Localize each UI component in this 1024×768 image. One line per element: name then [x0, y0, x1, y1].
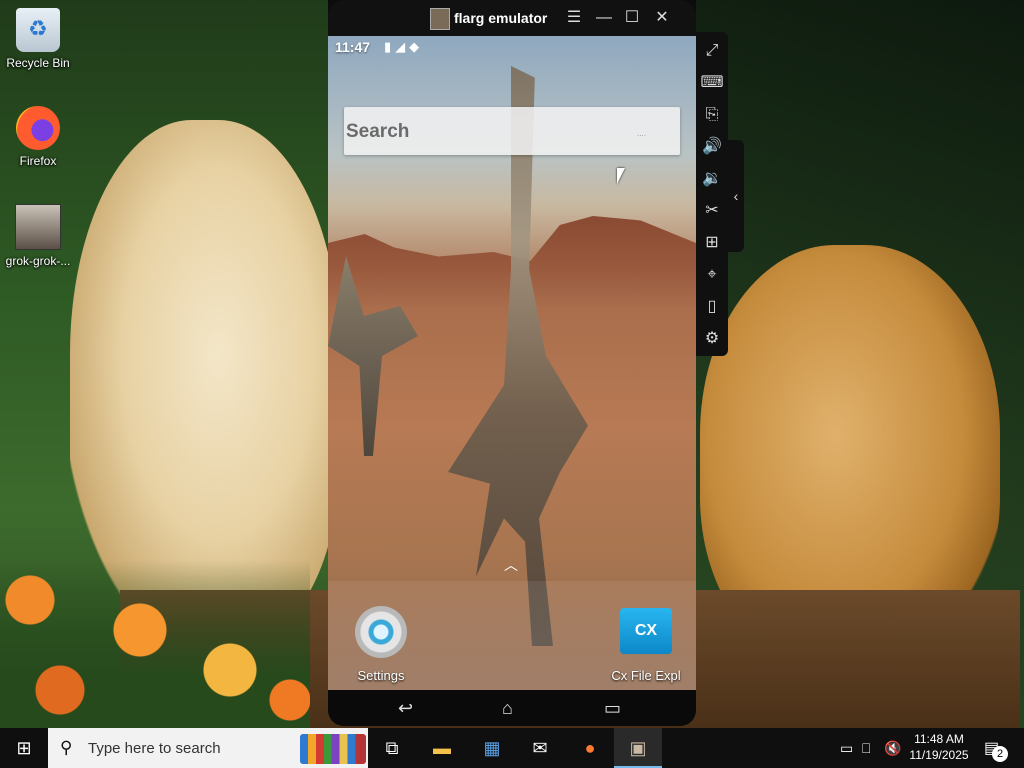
search-widget[interactable]: Search .... [344, 107, 680, 155]
emulator-titlebar[interactable]: flarg emulator ☰ — ☐ ✕ [328, 0, 696, 36]
android-screen[interactable]: 11:47 ▮◢◆ Search .... ︿ Settings CX Cx F… [328, 36, 696, 690]
search-placeholder: Search [346, 121, 410, 142]
firefox-icon [16, 106, 60, 150]
minimize-button[interactable]: — [594, 8, 614, 28]
emulator-taskbar-button[interactable]: ▣ [614, 728, 662, 768]
volume-up-icon[interactable]: 🔊 [696, 134, 728, 160]
store-button[interactable]: ▦ [468, 728, 516, 768]
firefox-icon: ● [584, 738, 596, 758]
task-view-icon: ⧉ [385, 738, 399, 758]
apk-install-icon[interactable]: ⎘ [696, 102, 728, 128]
volume-down-icon[interactable]: 🔉 [696, 166, 728, 192]
home-button[interactable]: ⌂ [502, 698, 513, 719]
taskbar: ⊞ ⚲ Type here to search ⧉ ▬ ▦ ✉ ● ▣ ▭ ⎕ … [0, 728, 1024, 768]
desktop-icon-label: Recycle Bin [6, 56, 70, 70]
mouse-cursor-icon [617, 168, 625, 184]
task-view-button[interactable]: ⧉ [368, 728, 416, 768]
menu-button[interactable]: ☰ [564, 8, 584, 28]
app-label: Settings [357, 668, 405, 683]
emulator-window: flarg emulator ☰ — ☐ ✕ 11:47 ▮◢◆ Search … [328, 0, 696, 726]
wifi-icon: ◆ [409, 39, 424, 54]
recycle-bin-icon [16, 8, 60, 52]
tray-meet-icon[interactable]: ▭ [840, 728, 853, 768]
android-nav-bar: ↩ ⌂ ▭ [328, 690, 696, 726]
clock-time: 11:48 AM [914, 732, 964, 746]
search-dots: .... [637, 129, 646, 138]
cx-file-explorer-icon: CX [620, 608, 672, 654]
mail-button[interactable]: ✉ [516, 728, 564, 768]
desktop-icon-firefox[interactable]: Firefox [0, 106, 76, 168]
signal-icon: ◢ [395, 39, 410, 54]
keyboard-icon[interactable]: ⌨ [696, 70, 728, 96]
location-icon[interactable]: ⌖ [696, 262, 728, 288]
desktop-icon-label: grok-grok-... [5, 254, 71, 268]
add-window-icon[interactable]: ⊞ [696, 230, 728, 256]
status-time: 11:47 [335, 39, 371, 55]
app-settings[interactable]: Settings [346, 606, 416, 683]
close-button[interactable]: ✕ [652, 8, 672, 28]
scissors-icon[interactable]: ✂ [696, 198, 728, 224]
firefox-taskbar-button[interactable]: ● [566, 728, 614, 768]
folder-icon: ▬ [433, 738, 451, 758]
status-icons: ▮◢◆ [384, 39, 423, 55]
settings-gear-icon [355, 606, 407, 658]
back-button[interactable]: ↩ [398, 698, 413, 719]
windows-logo-icon: ⊞ [16, 738, 32, 758]
app-label: Cx File Expl [611, 668, 681, 683]
emulator-app-icon: ▣ [629, 738, 647, 758]
maximize-button[interactable]: ☐ [622, 8, 642, 28]
app-cx-file-explorer[interactable]: CX Cx File Expl [596, 608, 696, 683]
start-button[interactable]: ⊞ [0, 728, 48, 768]
emulator-side-toolbar: ⤢ ⌨ ⎘ 🔊 🔉 ✂ ⊞ ⌖ ▯ ⚙ [696, 32, 728, 356]
taskbar-search-placeholder: Type here to search [88, 740, 221, 757]
clock-date: 11/19/2025 [909, 748, 969, 762]
wallpaper-flowers [0, 560, 310, 728]
sidebar-toggle-chevron-icon[interactable]: ‹ [728, 140, 744, 252]
search-icon: ⚲ [60, 738, 73, 757]
tray-volume-muted-icon[interactable]: 🔇 [884, 728, 901, 768]
settings-icon[interactable]: ⚙ [696, 326, 728, 352]
image-file-icon [15, 204, 61, 250]
search-highlight-art [300, 734, 366, 764]
desktop-icon-label: Firefox [19, 154, 57, 168]
taskbar-clock[interactable]: 11:48 AM 11/19/2025 [904, 731, 974, 763]
mail-icon: ✉ [532, 738, 548, 758]
android-status-bar: 11:47 ▮◢◆ [328, 36, 696, 60]
desktop-icon-recycle-bin[interactable]: Recycle Bin [0, 8, 76, 70]
app-drawer-arrow-icon[interactable]: ︿ [504, 555, 518, 575]
tray-network-icon[interactable]: ⎕ [862, 728, 870, 768]
notification-badge: 2 [992, 746, 1008, 762]
desktop-icon-grok-image[interactable]: grok-grok-... [0, 204, 76, 268]
fullscreen-icon[interactable]: ⤢ [696, 38, 728, 64]
emulator-title: flarg emulator [454, 10, 548, 26]
emulator-logo-icon [430, 8, 450, 30]
shake-icon[interactable]: ▯ [696, 294, 728, 320]
battery-icon: ▮ [384, 39, 396, 54]
store-icon: ▦ [483, 738, 501, 758]
taskbar-search[interactable]: ⚲ Type here to search [48, 728, 368, 768]
recents-button[interactable]: ▭ [604, 698, 621, 719]
file-explorer-button[interactable]: ▬ [418, 728, 466, 768]
